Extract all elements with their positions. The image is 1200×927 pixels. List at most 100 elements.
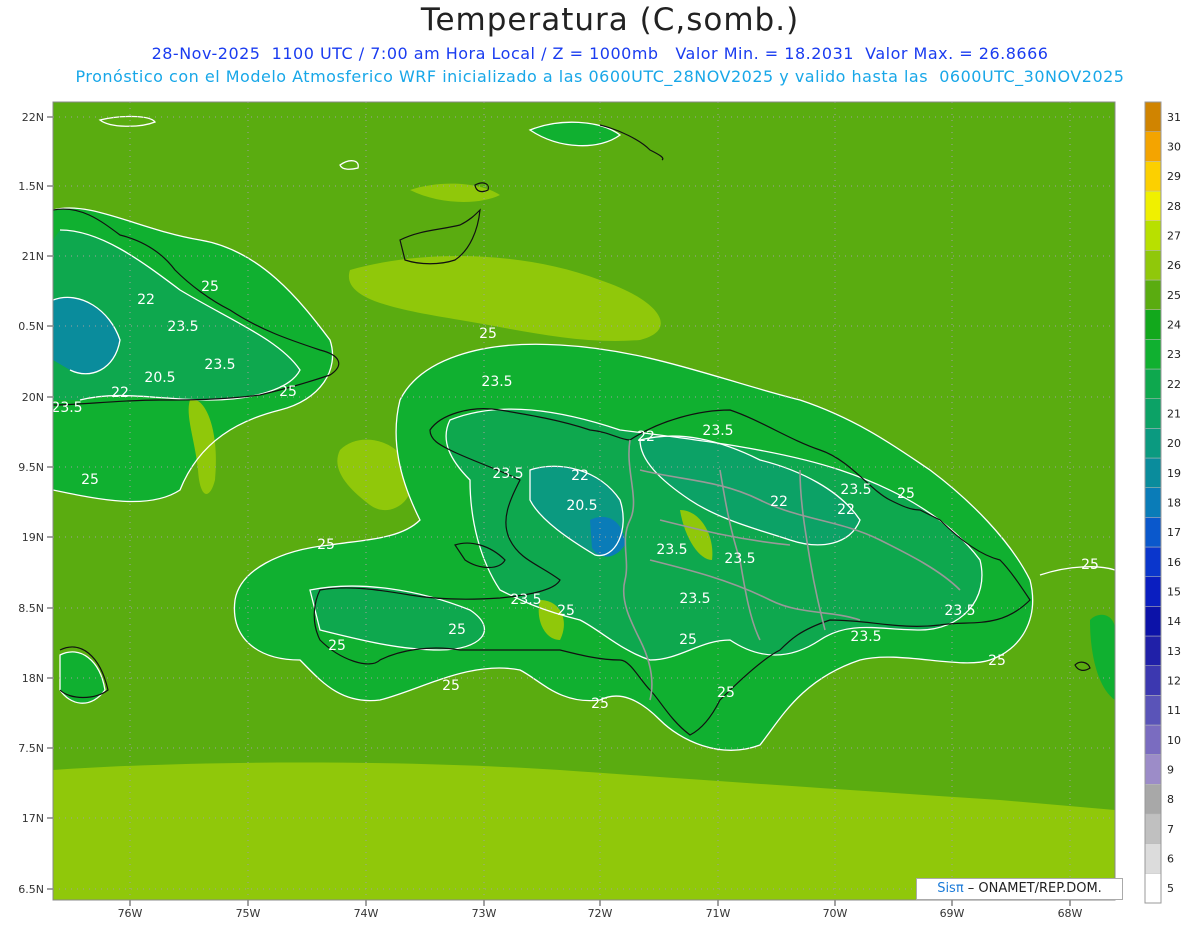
colorbar-swatch [1144, 190, 1162, 221]
colorbar-swatch [1144, 101, 1162, 132]
colorbar-label: 10 [1167, 734, 1181, 747]
contour-label: 25 [201, 279, 219, 295]
contour-label: 23.5 [481, 374, 512, 390]
forecast-map: 22N 1.5N 21N 0.5N 20N 9.5N 19N 8.5N 18N 7.5N 17N 6.… [18, 101, 1181, 920]
colorbar-label: 16 [1167, 556, 1181, 569]
lon-tick-label: 73W [472, 907, 497, 920]
colorbar-swatch [1144, 576, 1162, 607]
colorbar-label: 7 [1167, 823, 1174, 836]
lat-tick-label: 9.5N [18, 461, 44, 474]
lat-tick-label: 20N [22, 391, 44, 404]
colorbar-swatch [1144, 368, 1162, 399]
contour-label: 23.5 [702, 423, 733, 439]
colorbar-label: 6 [1167, 853, 1174, 866]
contour-label: 25 [328, 638, 346, 654]
contour-label: 22 [637, 429, 655, 445]
lon-tick-label: 70W [823, 907, 848, 920]
colorbar-label: 21 [1167, 408, 1181, 421]
colorbar-label: 13 [1167, 645, 1181, 658]
contour-label: 25 [591, 696, 609, 712]
colorbar-label: 12 [1167, 675, 1181, 688]
lat-tick-label: 22N [22, 111, 44, 124]
colorbar-swatch [1144, 131, 1162, 162]
colorbar-label: 24 [1167, 319, 1181, 332]
colorbar-swatch [1144, 813, 1162, 844]
colorbar-label: 15 [1167, 586, 1181, 599]
contour-label: 22 [111, 385, 129, 401]
colorbar-swatch [1144, 339, 1162, 370]
colorbar-label: 17 [1167, 526, 1181, 539]
colorbar-swatch [1144, 428, 1162, 459]
colorbar-label: 29 [1167, 170, 1181, 183]
contour-label: 25 [317, 537, 335, 553]
colorbar-swatch [1144, 161, 1162, 192]
contour-label: 25 [679, 632, 697, 648]
contour-label: 25 [479, 326, 497, 342]
contour-label: 23.5 [944, 603, 975, 619]
contour-label: 25 [448, 622, 466, 638]
colorbar-swatch [1144, 754, 1162, 785]
contour-label: 23.5 [679, 591, 710, 607]
contour-label: 22 [770, 494, 788, 510]
colorbar-swatch [1144, 487, 1162, 518]
colorbar-swatch [1144, 635, 1162, 666]
contour-label: 23.5 [510, 592, 541, 608]
colorbar-swatch [1144, 250, 1162, 281]
lat-tick-label: 19N [22, 531, 44, 544]
contour-label: 25 [717, 685, 735, 701]
contour-label: 23.5 [492, 466, 523, 482]
lon-tick-label: 75W [236, 907, 261, 920]
contour-label: 25 [988, 653, 1006, 669]
lat-tick-label: 7.5N [18, 742, 44, 755]
lat-tick-label: 0.5N [18, 320, 44, 333]
colorbar-swatch [1144, 457, 1162, 488]
contour-label: 25 [897, 486, 915, 502]
lon-tick-label: 71W [706, 907, 731, 920]
lat-tick-label: 6.5N [18, 883, 44, 896]
contour-label: 25 [81, 472, 99, 488]
colorbar: 5 6 7 8 9 10 11 12 13 14 15 16 17 18 19 20 21 22 23 24 25 26 2… [1144, 101, 1181, 904]
colorbar-swatch [1144, 724, 1162, 755]
colorbar-swatch [1144, 309, 1162, 340]
colorbar-label: 14 [1167, 615, 1181, 628]
contour-label: 20.5 [144, 370, 175, 386]
lon-tick-label: 72W [588, 907, 613, 920]
contour-label: 22 [571, 468, 589, 484]
contour-label: 25 [442, 678, 460, 694]
colorbar-swatch [1144, 843, 1162, 874]
lon-tick-label: 68W [1058, 907, 1083, 920]
colorbar-label: 27 [1167, 230, 1181, 243]
lat-tick-label: 8.5N [18, 602, 44, 615]
contour-label: 25 [279, 384, 297, 400]
colorbar-label: 8 [1167, 793, 1174, 806]
lat-tick-label: 18N [22, 672, 44, 685]
colorbar-label: 22 [1167, 378, 1181, 391]
credit-box: Sisπ – ONAMET/REP.DOM. [916, 878, 1123, 900]
colorbar-label: 26 [1167, 259, 1181, 272]
lon-tick-label: 76W [118, 907, 143, 920]
colorbar-label: 9 [1167, 764, 1174, 777]
colorbar-swatch [1144, 606, 1162, 637]
lat-tick-label: 1.5N [18, 180, 44, 193]
contour-label: 23.5 [204, 357, 235, 373]
colorbar-swatch [1144, 873, 1162, 904]
colorbar-label: 30 [1167, 141, 1181, 154]
colorbar-label: 25 [1167, 289, 1181, 302]
credit-org: – ONAMET/REP.DOM. [963, 881, 1102, 896]
colorbar-swatch [1144, 398, 1162, 429]
contour-label: 22 [137, 292, 155, 308]
contour-label: 23.5 [656, 542, 687, 558]
colorbar-label: 5 [1167, 882, 1174, 895]
colorbar-swatch [1144, 665, 1162, 696]
colorbar-swatch [1144, 220, 1162, 251]
lon-tick-label: 69W [940, 907, 965, 920]
contour-label: 20.5 [566, 498, 597, 514]
colorbar-swatch [1144, 695, 1162, 726]
contour-label: 25 [1081, 557, 1099, 573]
colorbar-label: 20 [1167, 437, 1181, 450]
lat-tick-label: 17N [22, 812, 44, 825]
colorbar-label: 18 [1167, 497, 1181, 510]
colorbar-swatch [1144, 546, 1162, 577]
contour-label: 23.5 [51, 400, 82, 416]
contour-label: 25 [557, 603, 575, 619]
